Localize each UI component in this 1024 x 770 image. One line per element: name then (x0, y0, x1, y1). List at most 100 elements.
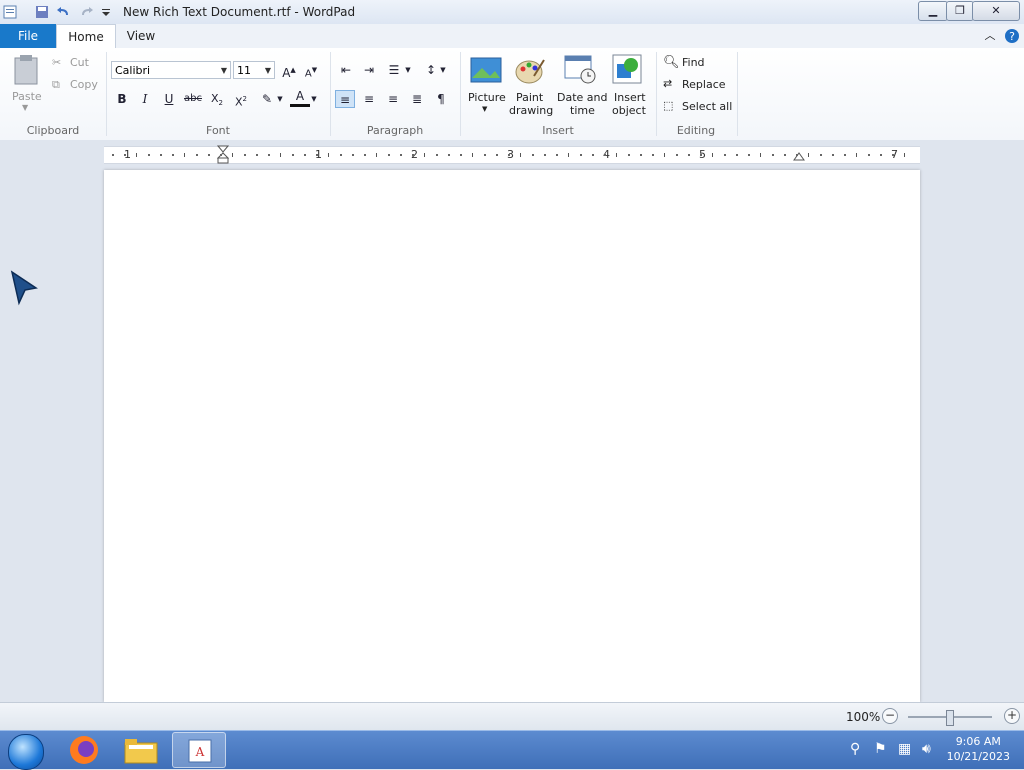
chevron-down-icon[interactable]: ▼ (402, 61, 414, 79)
text-color-icon[interactable]: A (290, 88, 310, 107)
chevron-down-icon[interactable]: ▼ (275, 90, 285, 108)
clipboard-group-label: Clipboard (26, 124, 80, 137)
insert-object-label-2[interactable]: object (612, 104, 646, 117)
replace-button[interactable]: Replace (682, 78, 726, 91)
justify-icon[interactable]: ≣ (407, 90, 427, 108)
paint-drawing-label-2[interactable]: drawing (509, 104, 553, 117)
paragraph-group-label: Paragraph (366, 124, 424, 137)
paste-dropdown-icon[interactable]: ▼ (22, 103, 28, 112)
zoom-in-button[interactable]: + (1004, 708, 1020, 724)
ruler-tick (676, 154, 678, 156)
superscript-icon[interactable]: X2 (231, 90, 251, 109)
taskbar-firefox[interactable] (58, 732, 112, 768)
ruler-tick (640, 154, 642, 156)
ruler-tick (556, 154, 558, 156)
minimize-button[interactable]: ▁ (918, 1, 948, 21)
date-time-label-1[interactable]: Date and (557, 91, 607, 104)
underline-icon[interactable]: U (159, 90, 179, 108)
bold-icon[interactable]: B (112, 90, 132, 108)
chevron-down-icon[interactable]: ▼ (309, 90, 319, 108)
picture-button[interactable]: Picture (468, 91, 506, 104)
replace-icon[interactable]: ⇄ (663, 77, 672, 90)
maximize-button[interactable]: ❐ (946, 1, 974, 21)
align-left-icon[interactable]: ≡ (335, 90, 355, 108)
close-icon: ✕ (991, 4, 1001, 17)
bullets-icon[interactable]: ☰ (384, 61, 404, 79)
ruler-tick (664, 153, 665, 157)
shrink-font-icon[interactable]: A▼ (301, 61, 321, 79)
insert-group-label: Insert (542, 124, 574, 137)
chevron-down-icon[interactable]: ▼ (437, 61, 449, 79)
find-icon[interactable]: 🔍︎ (663, 55, 680, 70)
network-icon[interactable]: ▦ (898, 741, 911, 757)
undo-icon[interactable] (56, 4, 72, 20)
ruler[interactable]: 1 1 2 3 4 5 7 (104, 145, 920, 165)
wordpad-app-icon[interactable] (2, 4, 18, 20)
paste-button[interactable]: Paste (12, 90, 42, 103)
paint-palette-icon[interactable] (514, 56, 546, 86)
highlight-color-icon[interactable]: ✎ (257, 90, 277, 108)
right-indent-marker-icon[interactable] (793, 151, 805, 161)
document-page[interactable] (104, 170, 920, 702)
align-center-icon[interactable]: ≡ (359, 90, 379, 108)
paragraph-settings-icon[interactable]: ¶ (431, 90, 451, 108)
help-icon[interactable]: ? (1004, 28, 1020, 44)
font-family-value: Calibri (115, 64, 151, 77)
select-all-icon[interactable]: ⬚ (663, 99, 673, 112)
window-title: New Rich Text Document.rtf - WordPad (123, 5, 356, 19)
tab-home[interactable]: Home (56, 24, 116, 50)
ruler-tick (340, 154, 342, 156)
svg-text:?: ? (1009, 30, 1015, 43)
strikethrough-icon[interactable]: abc (183, 90, 203, 108)
italic-icon[interactable]: I (135, 90, 155, 108)
increase-indent-icon[interactable]: ⇥ (359, 61, 379, 79)
save-icon[interactable] (34, 4, 50, 20)
align-right-icon[interactable]: ≡ (383, 90, 403, 108)
tab-view[interactable]: View (116, 24, 166, 48)
copy-button[interactable]: Copy (70, 78, 98, 91)
insert-object-icon[interactable] (612, 54, 644, 84)
system-clock[interactable]: 9:06 AM 10/21/2023 (947, 734, 1010, 764)
cut-button[interactable]: Cut (70, 56, 89, 69)
font-family-select[interactable]: Calibri ▼ (111, 61, 231, 79)
action-center-flag-icon[interactable]: ⚑ (874, 741, 887, 757)
calendar-clock-icon[interactable] (564, 54, 596, 84)
ruler-tick (520, 153, 521, 157)
ruler-tick (832, 154, 834, 156)
zoom-out-button[interactable]: − (882, 708, 898, 724)
clock-time: 9:06 AM (955, 735, 1001, 748)
subscript-icon[interactable]: X2 (207, 90, 227, 108)
taskbar-file-explorer[interactable] (114, 732, 168, 768)
start-button[interactable] (8, 734, 44, 770)
ruler-tick (604, 154, 606, 156)
paint-drawing-label-1[interactable]: Paint (516, 91, 543, 104)
taskbar-wordpad[interactable]: A (172, 732, 226, 768)
zoom-slider-thumb[interactable] (946, 710, 954, 726)
ruler-tick (184, 153, 185, 157)
redo-icon[interactable] (78, 4, 94, 20)
chevron-down-icon[interactable]: ▼ (482, 105, 487, 113)
cut-icon[interactable]: ✂ (52, 56, 61, 69)
search-icon[interactable]: ⚲ (850, 741, 860, 757)
tab-file[interactable]: File (0, 24, 56, 48)
date-time-label-2[interactable]: time (570, 104, 595, 117)
select-all-button[interactable]: Select all (682, 100, 732, 113)
ruler-tick (400, 154, 402, 156)
copy-icon[interactable]: ⧉ (52, 78, 60, 92)
ruler-tick (124, 154, 126, 156)
clock-date: 10/21/2023 (946, 750, 1010, 763)
font-size-select[interactable]: 11 ▼ (233, 61, 275, 79)
grow-font-icon[interactable]: A▲ (279, 61, 299, 80)
minimize-ribbon-icon[interactable]: ︿ (982, 24, 998, 48)
font-size-value: 11 (237, 64, 251, 77)
insert-object-label-1[interactable]: Insert (614, 91, 646, 104)
decrease-indent-icon[interactable]: ⇤ (336, 61, 356, 79)
picture-icon[interactable] (470, 56, 502, 86)
find-button[interactable]: Find (682, 56, 705, 69)
close-button[interactable]: ✕ (972, 1, 1020, 21)
customize-quick-access-icon[interactable] (98, 4, 114, 20)
left-indent-marker-icon[interactable] (217, 145, 229, 165)
paste-icon[interactable] (12, 54, 40, 86)
ruler-tick (844, 154, 846, 156)
volume-icon[interactable]: 🔊︎ (922, 741, 931, 757)
